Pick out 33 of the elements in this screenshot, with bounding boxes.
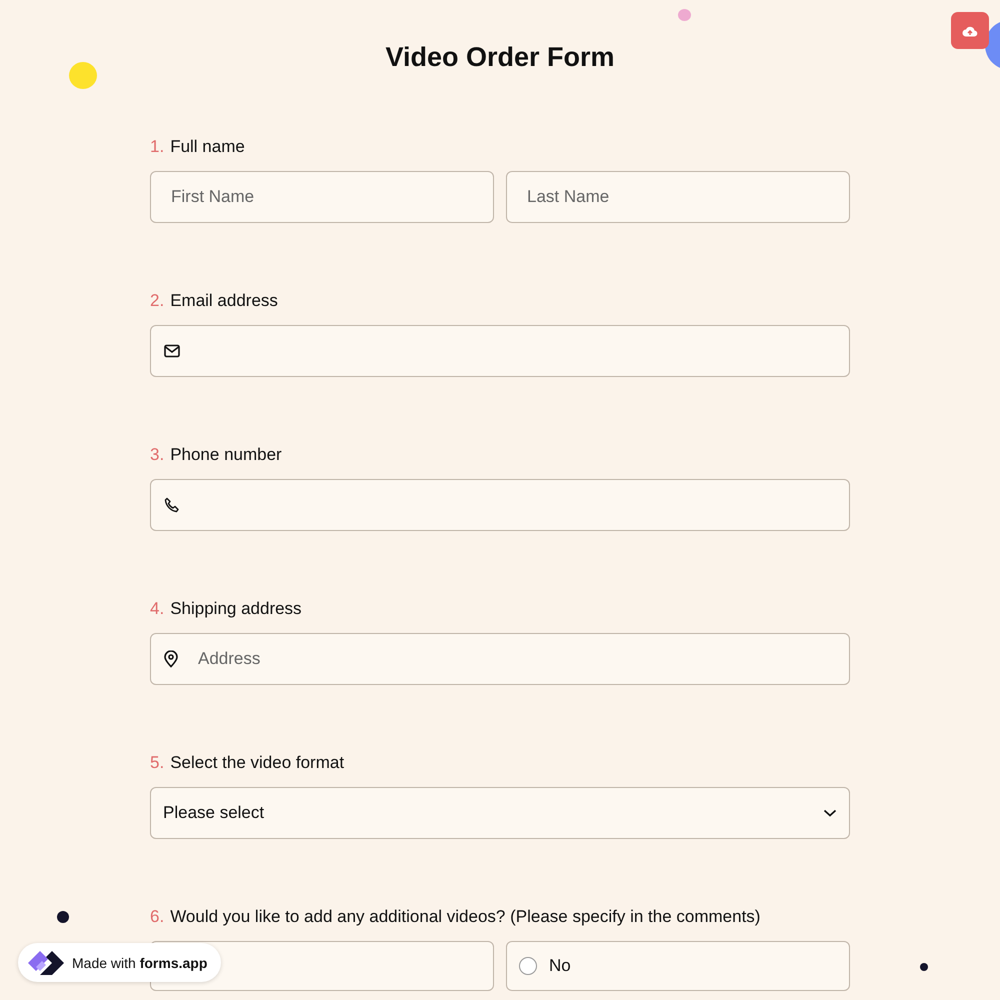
select-dropdown[interactable]: Please select <box>150 787 850 839</box>
chevron-down-icon <box>823 809 837 817</box>
badge-text: Made with forms.app <box>72 954 208 970</box>
question-label: Full name <box>170 136 245 158</box>
question-number: 6. <box>150 906 164 928</box>
email-field[interactable] <box>150 325 850 377</box>
mail-icon <box>164 344 180 358</box>
question-number: 4. <box>150 598 164 620</box>
decorative-dot <box>920 963 928 971</box>
made-with-toast[interactable]: Made with forms.app <box>18 943 222 982</box>
question-label: Select the video format <box>170 752 344 774</box>
phone-field[interactable] <box>150 479 850 531</box>
form-title: Video Order Form <box>385 41 615 74</box>
question-label: Phone number <box>170 444 282 466</box>
question-number: 2. <box>150 290 164 312</box>
question-number: 3. <box>150 444 164 466</box>
radio-option[interactable]: No <box>506 941 850 991</box>
radio-button[interactable] <box>519 957 537 975</box>
address-field[interactable]: Address <box>150 633 850 685</box>
phone-icon <box>164 497 180 513</box>
question-label: Would you like to add any additional videos? (Please specify in the comments) <box>170 906 760 928</box>
question-label: Shipping address <box>170 598 302 620</box>
decorative-dot <box>57 911 69 923</box>
text-field[interactable]: First Name <box>150 171 494 223</box>
decorative-dot <box>69 62 97 89</box>
text-field[interactable]: Last Name <box>506 171 850 223</box>
question-number: 1. <box>150 136 164 158</box>
cloud-upload-icon <box>962 24 978 36</box>
question-number: 5. <box>150 752 164 774</box>
upload-button[interactable] <box>951 12 989 49</box>
location-pin-icon <box>164 650 178 668</box>
decorative-dot <box>678 9 691 21</box>
question-label: Email address <box>170 290 278 312</box>
